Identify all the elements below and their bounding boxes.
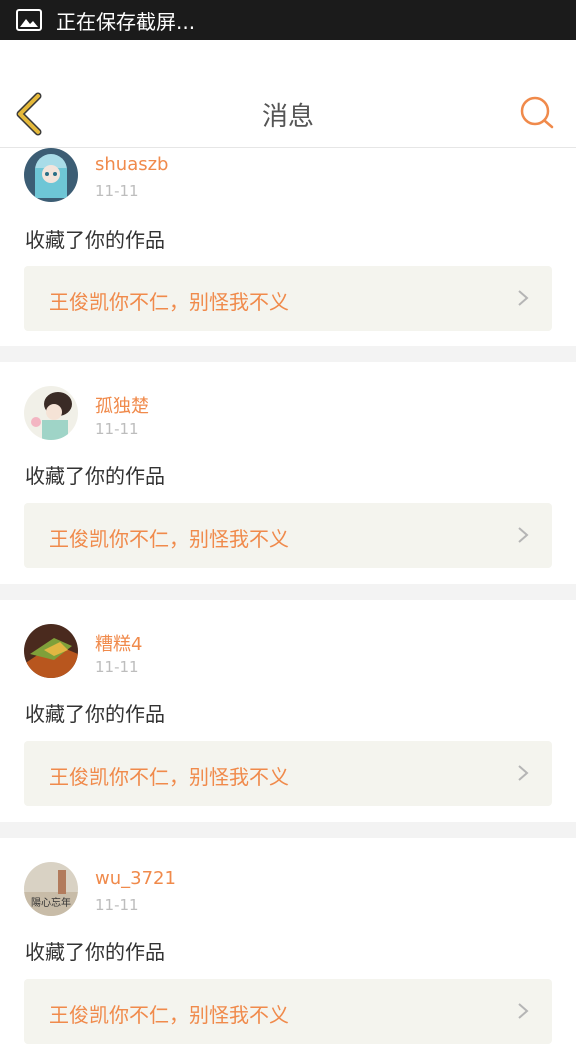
avatar-image: 陽心忘年 bbox=[24, 862, 78, 916]
message-item: shuaszb 11-11 收藏了你的作品 王俊凯你不仁，别怪我不义 bbox=[0, 148, 576, 346]
username[interactable]: 糟糕4 bbox=[95, 630, 142, 656]
message-item: 糟糕4 11-11 收藏了你的作品 王俊凯你不仁，别怪我不义 bbox=[0, 600, 576, 822]
status-notification-text: 正在保存截屏... bbox=[56, 9, 196, 34]
image-icon bbox=[16, 9, 42, 31]
action-text: 收藏了你的作品 bbox=[25, 464, 165, 488]
message-item: 陽心忘年 wu_3721 11-11 收藏了你的作品 王俊凯你不仁，别怪我不义 bbox=[0, 838, 576, 1044]
work-link-card[interactable]: 王俊凯你不仁，别怪我不义 bbox=[24, 503, 552, 568]
avatar[interactable] bbox=[24, 148, 78, 202]
message-item: 孤独楚 11-11 收藏了你的作品 王俊凯你不仁，别怪我不义 bbox=[0, 362, 576, 584]
search-icon[interactable] bbox=[518, 94, 556, 132]
avatar[interactable] bbox=[24, 624, 78, 678]
work-link-card[interactable]: 王俊凯你不仁，别怪我不义 bbox=[24, 979, 552, 1044]
work-link-card[interactable]: 王俊凯你不仁，别怪我不义 bbox=[24, 741, 552, 806]
chevron-right-icon bbox=[518, 1003, 529, 1019]
top-bar: 消息 bbox=[0, 40, 576, 148]
avatar[interactable]: 陽心忘年 bbox=[24, 862, 78, 916]
avatar-image bbox=[24, 386, 78, 440]
timestamp: 11-11 bbox=[95, 420, 139, 438]
action-text: 收藏了你的作品 bbox=[25, 940, 165, 964]
action-text: 收藏了你的作品 bbox=[25, 228, 165, 252]
svg-text:陽心忘年: 陽心忘年 bbox=[31, 896, 71, 909]
status-bar: 正在保存截屏... bbox=[0, 0, 576, 40]
divider bbox=[0, 346, 576, 362]
timestamp: 11-11 bbox=[95, 182, 139, 200]
timestamp: 11-11 bbox=[95, 896, 139, 914]
username[interactable]: wu_3721 bbox=[95, 868, 176, 889]
timestamp: 11-11 bbox=[95, 658, 139, 676]
divider bbox=[0, 584, 576, 600]
work-title: 王俊凯你不仁，别怪我不义 bbox=[49, 765, 289, 789]
avatar-image bbox=[24, 148, 78, 202]
chevron-right-icon bbox=[518, 290, 529, 306]
page-title: 消息 bbox=[261, 102, 314, 132]
work-title: 王俊凯你不仁，别怪我不义 bbox=[49, 527, 289, 551]
avatar-image bbox=[24, 624, 78, 678]
username[interactable]: shuaszb bbox=[95, 154, 168, 175]
divider bbox=[0, 822, 576, 838]
avatar[interactable] bbox=[24, 386, 78, 440]
work-link-card[interactable]: 王俊凯你不仁，别怪我不义 bbox=[24, 266, 552, 331]
work-title: 王俊凯你不仁，别怪我不义 bbox=[49, 290, 289, 314]
chevron-right-icon bbox=[518, 765, 529, 781]
username[interactable]: 孤独楚 bbox=[95, 392, 149, 418]
chevron-right-icon bbox=[518, 527, 529, 543]
action-text: 收藏了你的作品 bbox=[25, 702, 165, 726]
